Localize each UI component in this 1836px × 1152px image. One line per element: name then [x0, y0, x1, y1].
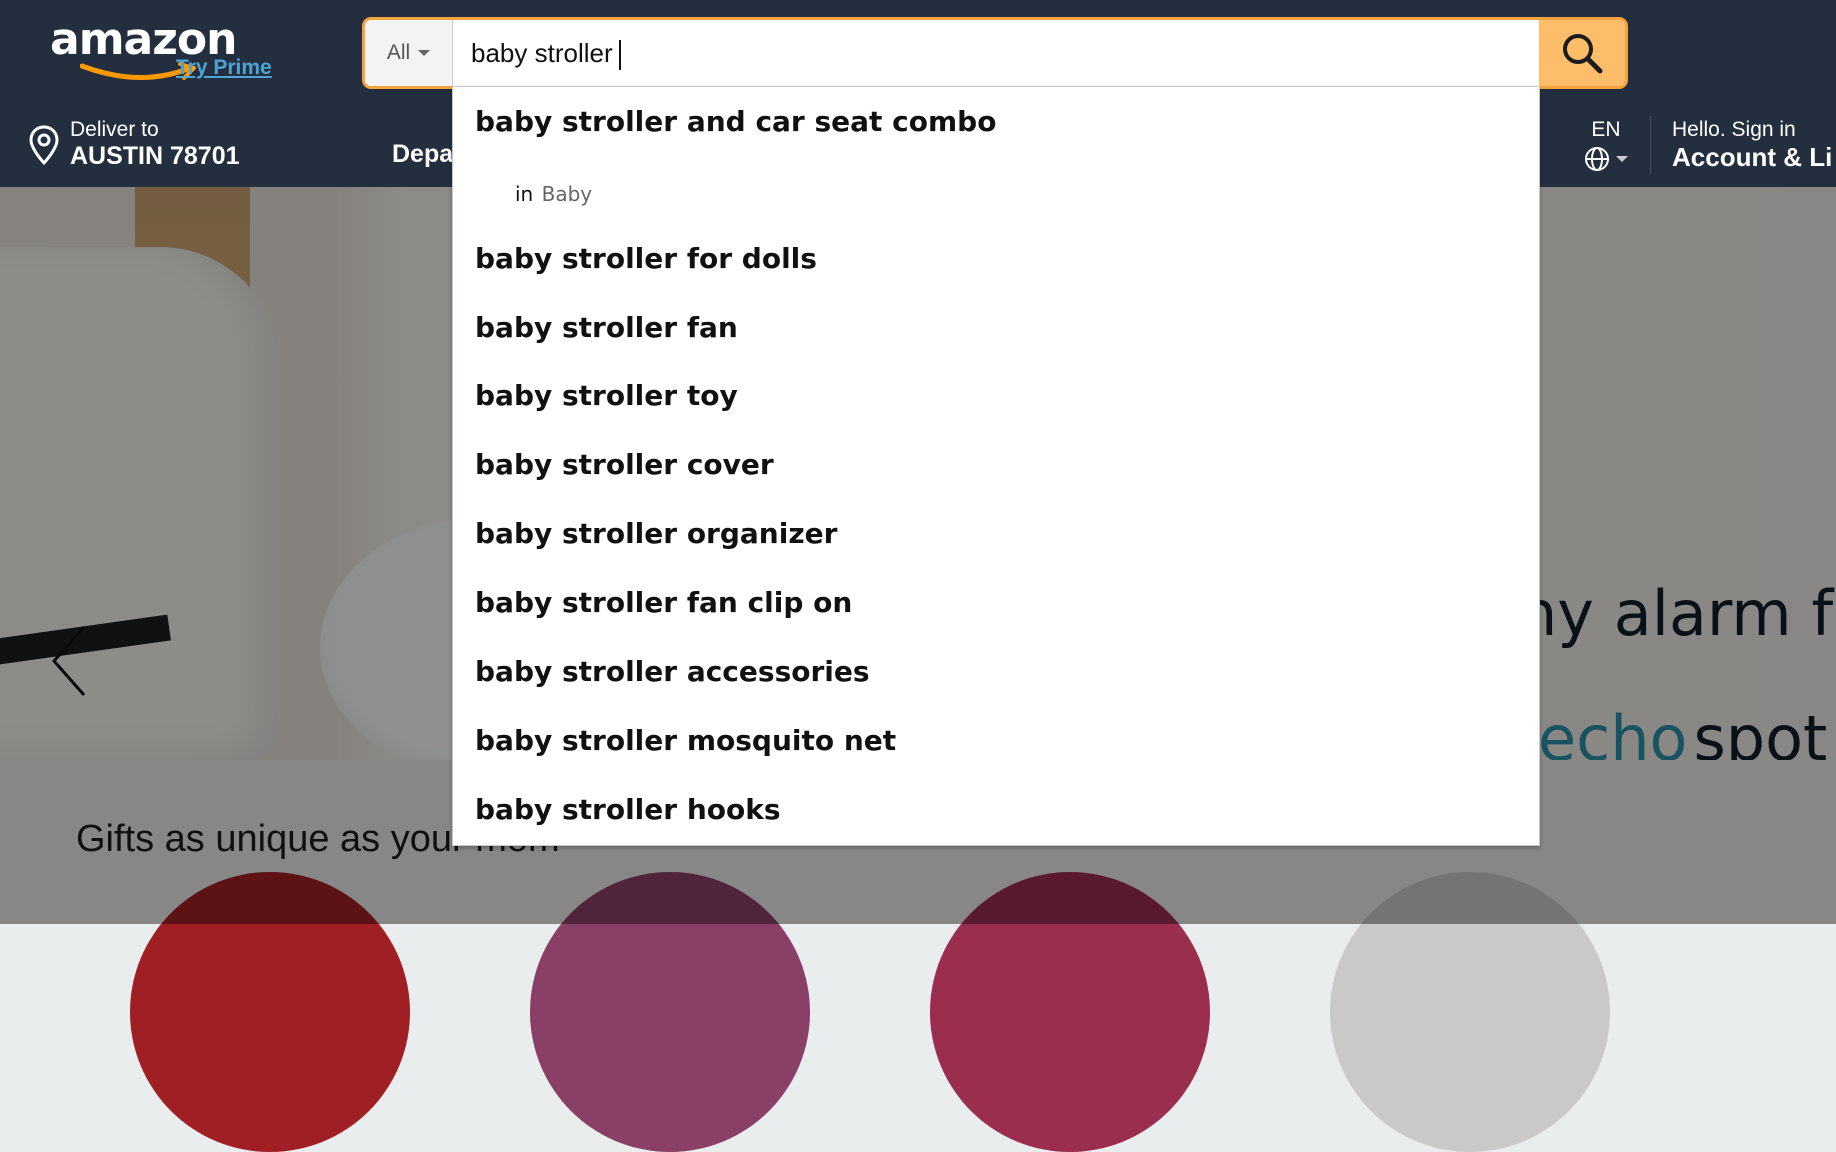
account-greeting: Hello. Sign in	[1672, 118, 1796, 141]
amazon-logo[interactable]: amazon Try Prime	[50, 14, 290, 84]
suggestion-item[interactable]: baby stroller hooks	[475, 793, 781, 826]
deliver-location: AUSTIN 78701	[70, 142, 240, 170]
globe-icon	[1585, 147, 1609, 171]
search-suggestions-dropdown: baby stroller and car seat combo in Baby…	[452, 86, 1540, 846]
nav-divider	[1650, 116, 1651, 174]
search-input[interactable]: baby stroller	[453, 20, 1541, 86]
category-hint-prefix: in	[515, 182, 534, 206]
account-label: Account & Li	[1672, 142, 1833, 172]
deliver-to[interactable]: Deliver to AUSTIN 78701	[28, 118, 240, 171]
search-category-label: All	[386, 41, 411, 64]
deliver-label: Deliver to	[70, 118, 159, 141]
suggestion-item[interactable]: baby stroller accessories	[475, 655, 870, 688]
search-query-text: baby stroller	[471, 38, 613, 68]
caret-down-icon	[418, 50, 431, 56]
search-category-select[interactable]: All	[365, 20, 453, 86]
search-button[interactable]	[1539, 20, 1625, 86]
suggestion-item[interactable]: baby stroller for dolls	[475, 242, 817, 275]
text-cursor	[618, 40, 621, 71]
try-prime-link[interactable]: Try Prime	[176, 56, 272, 80]
account-menu[interactable]: Hello. Sign in Account & Li	[1672, 118, 1832, 173]
caret-down-icon	[1616, 156, 1628, 162]
location-pin-icon	[29, 124, 59, 165]
language-selector[interactable]: EN	[1584, 118, 1628, 172]
suggestion-item[interactable]: baby stroller fan	[475, 311, 738, 344]
departments-menu[interactable]: Depa	[392, 140, 453, 169]
suggestion-item[interactable]: baby stroller organizer	[475, 517, 837, 550]
suggestion-category-hint[interactable]: in Baby	[515, 182, 592, 206]
language-label: EN	[1591, 118, 1621, 141]
search-bar: All baby stroller	[365, 20, 1625, 86]
suggestion-item[interactable]: baby stroller toy	[475, 379, 738, 412]
suggestion-item[interactable]: baby stroller and car seat combo	[475, 105, 996, 138]
category-hint-name: Baby	[541, 182, 593, 206]
suggestion-item[interactable]: baby stroller fan clip on	[475, 586, 852, 619]
suggestion-item[interactable]: baby stroller cover	[475, 448, 774, 481]
suggestion-item[interactable]: baby stroller mosquito net	[475, 724, 896, 757]
search-icon	[1563, 34, 1603, 74]
